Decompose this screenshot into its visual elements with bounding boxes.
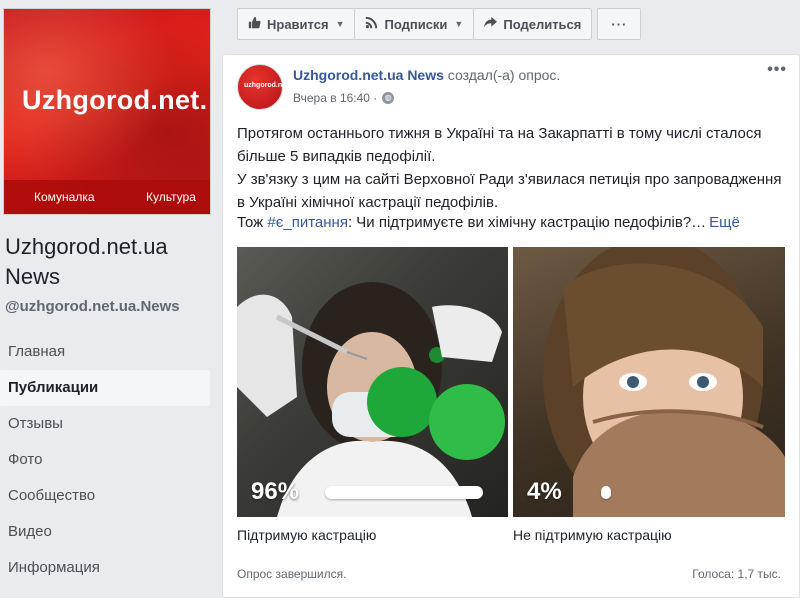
poll-option-2-bar [601, 485, 611, 499]
post-body: Протягом останнього тижня в Україні та н… [237, 122, 791, 214]
nav-item-posts[interactable]: Публикации [0, 370, 210, 406]
follow-button[interactable]: Подписки ▼ [354, 8, 475, 40]
like-button-label: Нравится [267, 16, 329, 32]
question-text: : Чи підтримуєте ви хімічну кастрацію пе… [347, 214, 707, 231]
poll-option-1-bar [325, 485, 483, 499]
post-body-paragraph-1: Протягом останнього тижня в Україні та н… [237, 125, 762, 165]
hashtag-link[interactable]: #є_питання [267, 214, 348, 231]
cover-nav-communal: Комуналка [34, 190, 95, 204]
nav-item-reviews[interactable]: Отзывы [0, 406, 210, 442]
page-nav: Главная Публикации Отзывы Фото Сообществ… [0, 334, 210, 586]
left-column: Uzhgorod.net. Комуналка Культура Uzhgoro… [0, 0, 222, 598]
nav-item-photos[interactable]: Фото [0, 442, 210, 478]
nav-item-videos[interactable]: Видео [0, 514, 210, 550]
cover-nav-culture: Культура [146, 190, 196, 204]
nav-item-community[interactable]: Сообщество [0, 478, 210, 514]
rss-icon [365, 16, 378, 32]
poll-option-1-image [237, 247, 508, 517]
post-body-paragraph-2: У зв'язку з цим на сайті Верховної Ради … [237, 171, 782, 211]
more-actions-button[interactable]: ··· [597, 8, 642, 40]
post-meta: Вчера в 16:40 · ◍ [293, 91, 395, 105]
poll-option-2-image [513, 247, 785, 517]
page-name[interactable]: Uzhgorod.net.ua News [5, 232, 215, 292]
post-options-button[interactable]: ••• [767, 61, 787, 79]
globe-icon: ◍ [382, 92, 395, 104]
poll-option-2-percent: 4% [527, 478, 562, 505]
post-header: Uzhgorod.net.ua News создал(-а) опрос. [293, 67, 560, 83]
post-action-text: создал(-а) опрос. [443, 67, 561, 83]
poll-question: Тож #є_питання: Чи підтримуєте ви хімічн… [237, 214, 797, 231]
chevron-down-icon: ▼ [454, 19, 464, 29]
poll-option-1-percent: 96% [251, 478, 300, 505]
poll-status: Опрос завершился. [237, 567, 347, 581]
page-handle[interactable]: @uzhgorod.net.ua.News [5, 298, 180, 315]
avatar-logo-text: uzhgorod.net [244, 82, 289, 89]
poll-votes-count[interactable]: Голоса: 1,7 тыс. [692, 567, 781, 581]
share-arrow-icon [484, 16, 498, 32]
nav-item-home[interactable]: Главная [0, 334, 210, 370]
post-author-link[interactable]: Uzhgorod.net.ua News [293, 67, 444, 83]
nav-item-info[interactable]: Информация [0, 550, 210, 586]
share-button-label: Поделиться [503, 16, 582, 32]
page-cover-image[interactable]: Uzhgorod.net. Комуналка Культура [3, 8, 211, 215]
page-actions-bar: Нравится ▼ Подписки ▼ Поделиться ··· [237, 8, 642, 40]
see-more-link[interactable]: Ещё [709, 214, 740, 231]
author-avatar[interactable]: uzhgorod.net [237, 64, 288, 110]
post-timestamp[interactable]: Вчера в 16:40 · [293, 91, 377, 105]
poll-option-2-result: 4% [527, 478, 767, 505]
share-button[interactable]: Поделиться [473, 8, 593, 40]
cover-nav-strip: Комуналка Культура [4, 180, 210, 214]
poll-option-1-label: Підтримую кастрацію [237, 527, 377, 543]
thumbs-up-icon [248, 16, 261, 32]
poll-post-card: uzhgorod.net Uzhgorod.net.ua News создал… [222, 54, 800, 598]
follow-button-label: Подписки [384, 16, 448, 32]
poll-option-1-result: 96% [251, 478, 490, 505]
question-prefix: Тож [237, 214, 268, 231]
chevron-down-icon: ▼ [335, 19, 345, 29]
poll-option-2[interactable]: 4% [513, 247, 785, 517]
poll-option-2-label: Не підтримую кастрацію [513, 527, 672, 543]
poll-option-1[interactable]: 96% [237, 247, 508, 517]
like-button[interactable]: Нравится ▼ [237, 8, 356, 40]
cover-brand-text: Uzhgorod.net. [22, 85, 208, 115]
